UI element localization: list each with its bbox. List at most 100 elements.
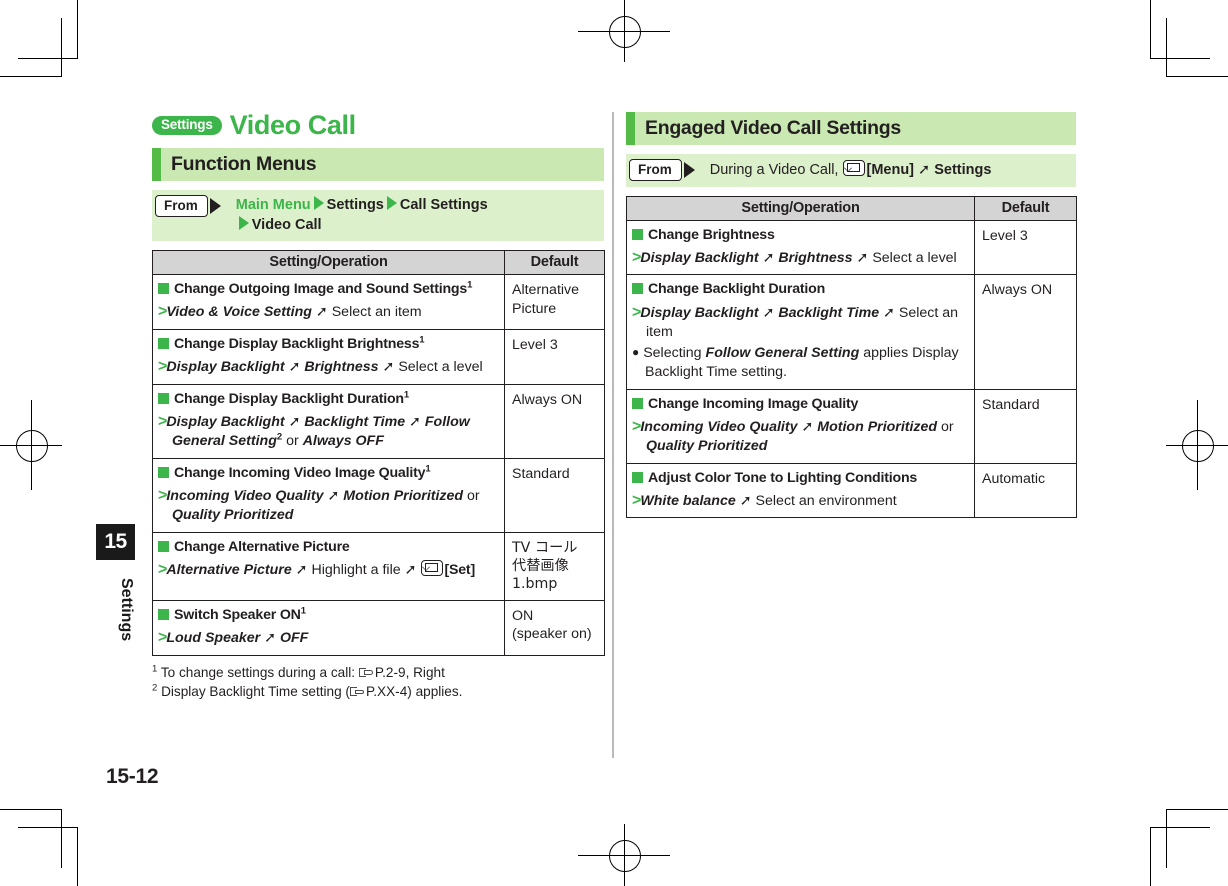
setting-heading: Adjust Color Tone to Lighting Conditions [648, 469, 918, 486]
section-heading-function-menus: Function Menus [152, 148, 604, 181]
path-step: Select a level [872, 249, 957, 266]
setting-heading: Change Display Backlight Brightness [174, 335, 420, 352]
default-value-line: 代替画像 [512, 557, 569, 574]
default-value: TV コール 代替画像 1.bmp [504, 531, 605, 601]
table-row: Change Alternative Picture >Alternative … [152, 531, 605, 601]
path-step: Always OFF [302, 433, 384, 450]
table-header-row: Setting/Operation Default [152, 250, 605, 276]
footnote-text: ) applies. [407, 684, 463, 700]
default-value: Level 3 [504, 328, 605, 385]
setting-heading: Change Outgoing Image and Sound Settings [174, 281, 468, 298]
default-value-line: 1.bmp [512, 576, 558, 593]
left-column: Settings Video Call Function Menus From … [152, 112, 605, 702]
default-value: Always ON [974, 274, 1077, 390]
from-settings: Settings [934, 162, 992, 178]
path-step: Highlight a file [311, 561, 401, 578]
section-heading-label: Function Menus [171, 153, 317, 175]
green-square-bullet-icon [158, 466, 169, 478]
green-square-bullet-icon [632, 471, 643, 483]
green-square-bullet-icon [158, 392, 169, 404]
green-square-bullet-icon [632, 397, 643, 409]
path-step: Backlight Time [778, 304, 880, 321]
black-triangle-icon [209, 197, 221, 214]
green-square-bullet-icon [158, 608, 169, 620]
setting-heading: Change Alternative Picture [174, 538, 350, 555]
green-triangle-icon [386, 196, 397, 210]
footnote-text: Display Backlight Time setting ( [161, 684, 350, 700]
green-square-bullet-icon [158, 283, 169, 295]
setting-heading: Switch Speaker ON [174, 606, 301, 623]
key-label: [Set] [444, 561, 475, 578]
path-step: Select an item [331, 304, 422, 321]
green-square-bullet-icon [158, 337, 169, 349]
from-call-settings: Call Settings [399, 197, 488, 213]
path-step: Quality Prioritized [646, 438, 768, 455]
footnote-item: 2 Display Backlight Time setting (P.XX-4… [152, 682, 604, 702]
from-label: From [629, 159, 682, 181]
path-step: Display Backlight [166, 413, 285, 430]
registration-target-bottom [578, 824, 670, 886]
from-label-box: From [155, 195, 221, 217]
envelope-key-icon [421, 559, 444, 576]
registration-target-right [1166, 400, 1228, 490]
default-value: ON (speaker on) [504, 599, 605, 656]
black-triangle-icon [683, 161, 695, 178]
note-emphasis: Follow General Setting [705, 345, 860, 362]
section-heading-engaged-video-call: Engaged Video Call Settings [626, 112, 1076, 145]
arrow-icon: ➚ [327, 487, 340, 504]
arrow-icon: ➚ [288, 413, 301, 430]
arrow-icon: ➚ [295, 561, 308, 578]
settings-badge: Settings [152, 116, 222, 135]
arrow-icon: ➚ [856, 249, 869, 266]
from-context: During a Video Call, [709, 162, 839, 178]
path-step: OFF [279, 630, 309, 647]
path-step: Brightness [778, 249, 853, 266]
table-row: Change Display Backlight Duration1 >Disp… [152, 383, 605, 459]
footnote-text: To change settings during a call: [160, 664, 356, 680]
envelope-key-icon [843, 160, 866, 176]
table-row: Change Display Backlight Brightness1 >Di… [152, 328, 605, 385]
conjunction: or [286, 433, 299, 450]
manual-page: 15 Settings 15-12 Settings Video Call Fu… [0, 0, 1228, 886]
path-step: Backlight Time [304, 413, 406, 430]
arrow-icon: ➚ [739, 492, 752, 509]
arrow-icon: ➚ [762, 304, 775, 321]
path-step: Select an environment [755, 492, 897, 509]
from-path-text: During a Video Call, [Menu] ➚ Settings [709, 159, 992, 181]
table-row: Adjust Color Tone to Lighting Conditions… [626, 462, 1077, 519]
column-header-setting-operation: Setting/Operation [152, 250, 505, 276]
note-text: Selecting [643, 345, 702, 362]
default-value-line: ON [512, 607, 534, 624]
section-accent-bar [152, 148, 161, 181]
column-divider [612, 112, 614, 758]
path-step: White balance [640, 492, 736, 509]
path-step: Motion Prioritized [343, 487, 464, 504]
table-row: Change Incoming Image Quality >Incoming … [626, 388, 1077, 464]
from-label: From [155, 195, 208, 217]
path-step: Select a level [398, 359, 483, 376]
registration-target-top [578, 0, 670, 62]
table-row: Change Outgoing Image and Sound Settings… [152, 274, 605, 330]
footnote-marker: 1 [300, 605, 306, 617]
footnotes: 1 To change settings during a call: P.2-… [152, 663, 604, 702]
from-path-right: From During a Video Call, [Menu] ➚ Setti… [626, 154, 1076, 187]
section-accent-bar [626, 112, 635, 145]
right-column: Engaged Video Call Settings From During … [626, 112, 1077, 519]
from-video-call: Video Call [251, 216, 322, 233]
table-row: Change Incoming Video Image Quality1 >In… [152, 457, 605, 533]
green-square-bullet-icon [158, 540, 169, 552]
green-triangle-icon [238, 215, 249, 230]
page-reference-icon [358, 667, 374, 679]
green-triangle-icon [313, 196, 324, 210]
table-row: Change Backlight Duration >Display Backl… [626, 274, 1077, 390]
default-value: Always ON [504, 383, 605, 459]
path-step: Incoming Video Quality [640, 418, 798, 435]
section-heading-label: Engaged Video Call Settings [645, 117, 901, 139]
chapter-name: Settings [118, 578, 135, 642]
arrow-icon: ➚ [288, 359, 301, 376]
registration-target-left [0, 400, 62, 490]
path-step: Motion Prioritized [817, 418, 938, 435]
chapter-tab: 15 Settings [96, 524, 135, 655]
arrow-icon: ➚ [315, 304, 328, 321]
table-row: Change Brightness >Display Backlight ➚ B… [626, 219, 1077, 276]
